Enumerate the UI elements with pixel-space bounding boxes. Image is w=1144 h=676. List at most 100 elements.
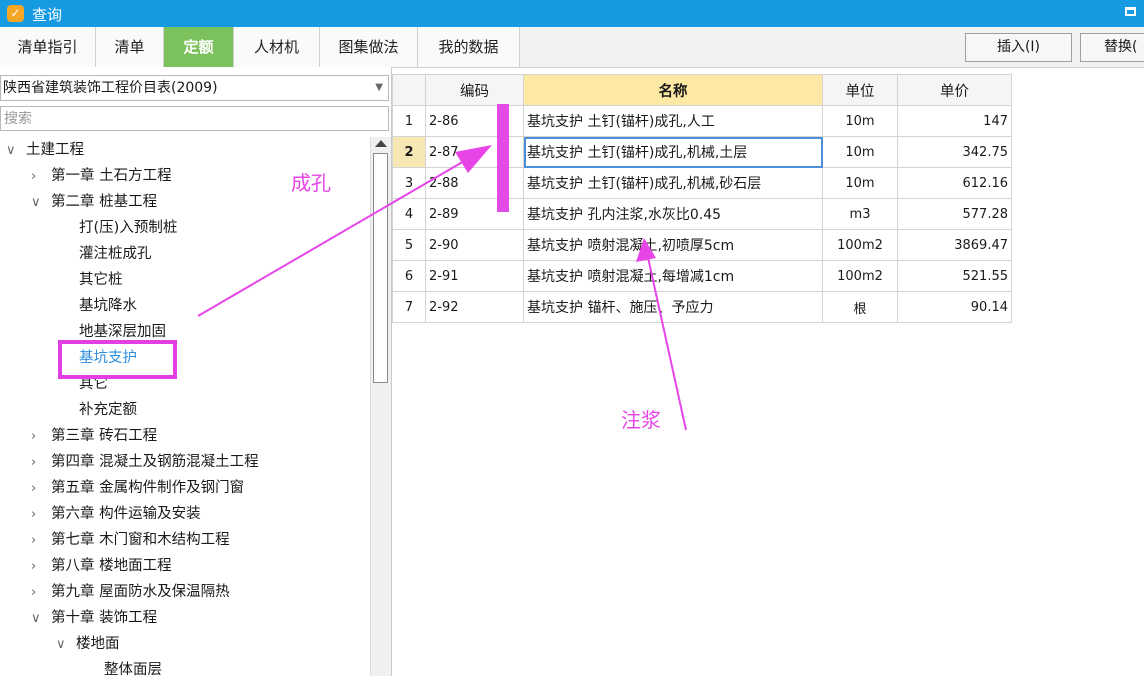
tree-node[interactable]: ∨ 第十章 装饰工程	[31, 605, 157, 631]
expanded-chevron-icon[interactable]: ∨	[31, 190, 51, 216]
tree-node[interactable]: ∨ 第二章 桩基工程	[31, 189, 157, 215]
annotation-label-grout: 注浆	[621, 408, 661, 432]
cell-name[interactable]: 基坑支护 锚杆、施压、予应力	[523, 291, 823, 323]
tree-node[interactable]: › 第五章 金属构件制作及钢门窗	[31, 475, 244, 501]
tree-node[interactable]: ∨ 土建工程	[6, 137, 84, 163]
collapsed-chevron-icon[interactable]: ›	[31, 528, 51, 554]
row-number: 5	[392, 229, 426, 261]
tree-node[interactable]: › 第一章 土石方工程	[31, 163, 172, 189]
cell-name[interactable]: 基坑支护 土钉(锚杆)成孔,机械,土层	[523, 136, 823, 168]
table-row-current[interactable]: 2 2-87 基坑支护 土钉(锚杆)成孔,机械,土层 10m 342.75	[392, 136, 1012, 168]
cell-price[interactable]: 342.75	[897, 136, 1012, 168]
table-header-row: 编码 名称 单位 单价	[392, 74, 1012, 106]
cell-unit[interactable]: 10m	[822, 167, 898, 199]
tree-leaf[interactable]: 补充定额	[79, 397, 137, 423]
collapsed-chevron-icon[interactable]: ›	[31, 424, 51, 450]
search-input[interactable]	[0, 106, 389, 131]
cell-name[interactable]: 基坑支护 喷射混凝土,每增减1cm	[523, 260, 823, 292]
cell-name[interactable]: 基坑支护 孔内注浆,水灰比0.45	[523, 198, 823, 230]
table-row[interactable]: 7 2-92 基坑支护 锚杆、施压、予应力 根 90.14	[392, 291, 1012, 323]
highlight-bar	[497, 104, 509, 212]
tab-bar: 清单指引 清单 定额 人材机 图集做法 我的数据 插入(I) 替换(	[0, 27, 1144, 68]
row-number: 6	[392, 260, 426, 292]
collapsed-chevron-icon[interactable]: ›	[31, 450, 51, 476]
row-number: 7	[392, 291, 426, 323]
library-select-value: 陕西省建筑装饰工程价目表(2009)	[3, 80, 218, 96]
replace-button[interactable]: 替换(	[1080, 33, 1144, 62]
cell-price[interactable]: 612.16	[897, 167, 1012, 199]
cell-unit[interactable]: 10m	[822, 136, 898, 168]
quota-table: 编码 名称 单位 单价 1 2-86 基坑支护 土钉(锚杆)成孔,人工 10m …	[392, 74, 1012, 323]
header-name[interactable]: 名称	[523, 74, 823, 106]
scroll-up-icon[interactable]	[375, 140, 387, 147]
table-row[interactable]: 4 2-89 基坑支护 孔内注浆,水灰比0.45 m3 577.28	[392, 198, 1012, 230]
cell-unit[interactable]: 100m2	[822, 229, 898, 261]
cell-code[interactable]: 2-91	[425, 260, 524, 292]
chevron-down-icon[interactable]: ▼	[375, 76, 383, 100]
collapsed-chevron-icon[interactable]: ›	[31, 164, 51, 190]
title-bar: ✓ 查询	[0, 0, 1144, 27]
cell-unit[interactable]: 100m2	[822, 260, 898, 292]
cell-name[interactable]: 基坑支护 土钉(锚杆)成孔,机械,砂石层	[523, 167, 823, 199]
collapsed-chevron-icon[interactable]: ›	[31, 554, 51, 580]
collapsed-chevron-icon[interactable]: ›	[31, 476, 51, 502]
cell-unit[interactable]: 10m	[822, 105, 898, 137]
annotation-label-hole: 成孔	[291, 171, 331, 195]
collapsed-chevron-icon[interactable]: ›	[31, 580, 51, 606]
collapsed-chevron-icon[interactable]: ›	[31, 502, 51, 528]
row-number: 3	[392, 167, 426, 199]
tree-node[interactable]: › 第三章 砖石工程	[31, 423, 157, 449]
scrollbar-thumb[interactable]	[373, 153, 388, 383]
header-code[interactable]: 编码	[425, 74, 524, 106]
tree-leaf[interactable]: 整体面层	[104, 657, 162, 676]
header-unit[interactable]: 单位	[822, 74, 898, 106]
header-price[interactable]: 单价	[897, 74, 1012, 106]
tab-bill-guide[interactable]: 清单指引	[0, 27, 96, 67]
table-row[interactable]: 3 2-88 基坑支护 土钉(锚杆)成孔,机械,砂石层 10m 612.16	[392, 167, 1012, 199]
cell-unit[interactable]: m3	[822, 198, 898, 230]
expanded-chevron-icon[interactable]: ∨	[56, 632, 76, 658]
tree-node[interactable]: › 第四章 混凝土及钢筋混凝土工程	[31, 449, 259, 475]
highlight-box	[58, 340, 177, 379]
cell-name[interactable]: 基坑支护 土钉(锚杆)成孔,人工	[523, 105, 823, 137]
tab-atlas-method[interactable]: 图集做法	[320, 27, 418, 67]
tab-quota[interactable]: 定额	[164, 27, 234, 67]
cell-price[interactable]: 90.14	[897, 291, 1012, 323]
tree-leaf[interactable]: 其它桩	[79, 267, 123, 293]
cell-unit[interactable]: 根	[822, 291, 898, 323]
table-row[interactable]: 5 2-90 基坑支护 喷射混凝土,初喷厚5cm 100m2 3869.47	[392, 229, 1012, 261]
expanded-chevron-icon[interactable]: ∨	[6, 138, 26, 164]
cell-name[interactable]: 基坑支护 喷射混凝土,初喷厚5cm	[523, 229, 823, 261]
tab-labor-material-machine[interactable]: 人材机	[234, 27, 320, 67]
row-number: 2	[392, 136, 426, 168]
tree-node[interactable]: › 第八章 楼地面工程	[31, 553, 172, 579]
cell-price[interactable]: 147	[897, 105, 1012, 137]
window-title: 查询	[32, 6, 63, 24]
expanded-chevron-icon[interactable]: ∨	[31, 606, 51, 632]
tree-leaf[interactable]: 基坑降水	[79, 293, 137, 319]
cell-price[interactable]: 577.28	[897, 198, 1012, 230]
app-logo-icon: ✓	[7, 5, 24, 22]
chapter-tree: ∨ 土建工程 › 第一章 土石方工程 ∨ 第二章 桩基工程 打(压)入预制桩 灌注桩成…	[0, 137, 370, 676]
tree-node[interactable]: › 第七章 木门窗和木结构工程	[31, 527, 230, 553]
table-row[interactable]: 1 2-86 基坑支护 土钉(锚杆)成孔,人工 10m 147	[392, 105, 1012, 137]
insert-button[interactable]: 插入(I)	[965, 33, 1072, 62]
row-number: 1	[392, 105, 426, 137]
cell-code[interactable]: 2-90	[425, 229, 524, 261]
tree-node[interactable]: ∨ 楼地面	[56, 631, 120, 657]
maximize-icon[interactable]	[1125, 7, 1136, 16]
library-select[interactable]: 陕西省建筑装饰工程价目表(2009) ▼	[0, 75, 389, 101]
cell-price[interactable]: 521.55	[897, 260, 1012, 292]
tree-scrollbar[interactable]	[370, 137, 391, 676]
tree-node[interactable]: › 第九章 屋面防水及保温隔热	[31, 579, 230, 605]
tab-bill[interactable]: 清单	[96, 27, 164, 67]
table-row[interactable]: 6 2-91 基坑支护 喷射混凝土,每增减1cm 100m2 521.55	[392, 260, 1012, 292]
row-number: 4	[392, 198, 426, 230]
tree-leaf[interactable]: 灌注桩成孔	[79, 241, 152, 267]
header-row-number	[392, 74, 426, 106]
tab-my-data[interactable]: 我的数据	[418, 27, 520, 67]
cell-price[interactable]: 3869.47	[897, 229, 1012, 261]
cell-code[interactable]: 2-92	[425, 291, 524, 323]
tree-node[interactable]: › 第六章 构件运输及安装	[31, 501, 201, 527]
tree-leaf[interactable]: 打(压)入预制桩	[79, 215, 177, 241]
